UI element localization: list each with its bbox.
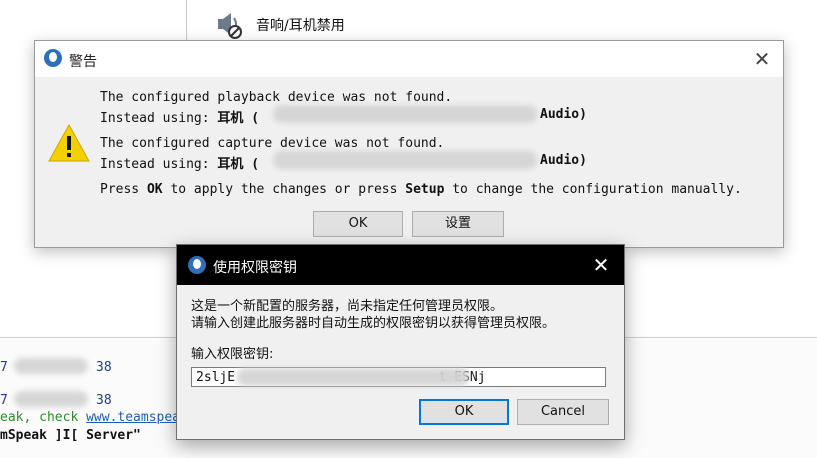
tree-item-sound-disabled[interactable]: 音响/耳机禁用	[214, 10, 345, 40]
capture-instead-line: Instead using: 耳机 (	[100, 153, 259, 172]
log-line-4: mSpeak ]I[ Server"	[0, 428, 141, 443]
log-line-1-prefix: 7	[0, 360, 8, 375]
capture-not-found-text: The configured capture device was not fo…	[100, 136, 445, 151]
ok-button[interactable]: OK	[313, 211, 403, 237]
speaker-muted-icon	[214, 10, 244, 40]
setup-button[interactable]: 设置	[412, 211, 504, 237]
capture-device-start: 耳机 (	[217, 157, 260, 172]
playback-device-end: Audio)	[540, 107, 587, 122]
instruction-ok-word: OK	[146, 182, 163, 197]
log-line-1-suffix: 38	[96, 360, 112, 375]
redacted-playback-device	[273, 105, 537, 123]
log-line-2-prefix: 7	[0, 393, 8, 408]
warning-dialog: 警告 ✕ The configured playback device was …	[34, 40, 784, 248]
instruction-post: to change the configuration manually.	[444, 182, 742, 197]
playback-instead-line: Instead using: 耳机 (	[100, 107, 259, 126]
key-dialog-titlebar: 使用权限密钥 ✕	[177, 245, 624, 285]
redacted-key	[237, 368, 469, 386]
tree-item-label: 音响/耳机禁用	[256, 18, 345, 34]
playback-not-found-text: The configured playback device was not f…	[100, 90, 453, 105]
key-dialog-message-line-2: 请输入创建此服务器时自动生成的权限密钥以获得管理员权限。	[191, 316, 556, 331]
playback-using-prefix: Instead using:	[100, 111, 218, 126]
close-icon[interactable]: ✕	[590, 254, 612, 276]
panel-divider	[186, 0, 187, 40]
instruction-pre: Press	[100, 182, 147, 197]
log-line-3-text: eak, check	[0, 410, 87, 425]
cancel-button[interactable]: Cancel	[517, 399, 609, 425]
key-dialog-title: 使用权限密钥	[213, 260, 297, 276]
instruction-setup-word: Setup	[405, 182, 445, 197]
privilege-key-dialog: 使用权限密钥 ✕ 这是一个新配置的服务器，尚未指定任何管理员权限。 请输入创建此…	[176, 244, 625, 440]
playback-device-start: 耳机 (	[217, 111, 260, 126]
redacted-ip-1	[14, 358, 88, 374]
teamspeak-logo-icon	[44, 49, 62, 67]
warning-titlebar: 警告 ✕	[35, 41, 783, 77]
redacted-ip-2	[14, 391, 88, 407]
teamspeak-link[interactable]: www.teamspea	[86, 410, 180, 425]
redacted-capture-device	[273, 151, 537, 169]
warning-title: 警告	[69, 54, 97, 70]
warning-triangle-icon	[48, 123, 90, 162]
close-icon[interactable]: ✕	[751, 48, 773, 70]
capture-using-prefix: Instead using:	[100, 157, 218, 172]
instruction-mid: to apply the changes or press	[162, 182, 406, 197]
teamspeak-logo-icon	[188, 256, 206, 274]
ok-button[interactable]: OK	[419, 399, 509, 425]
instruction-text: Press OK to apply the changes or press S…	[100, 182, 742, 197]
log-line-2-suffix: 38	[96, 393, 112, 408]
capture-device-end: Audio)	[540, 153, 587, 168]
key-field-label: 输入权限密钥:	[191, 347, 274, 362]
